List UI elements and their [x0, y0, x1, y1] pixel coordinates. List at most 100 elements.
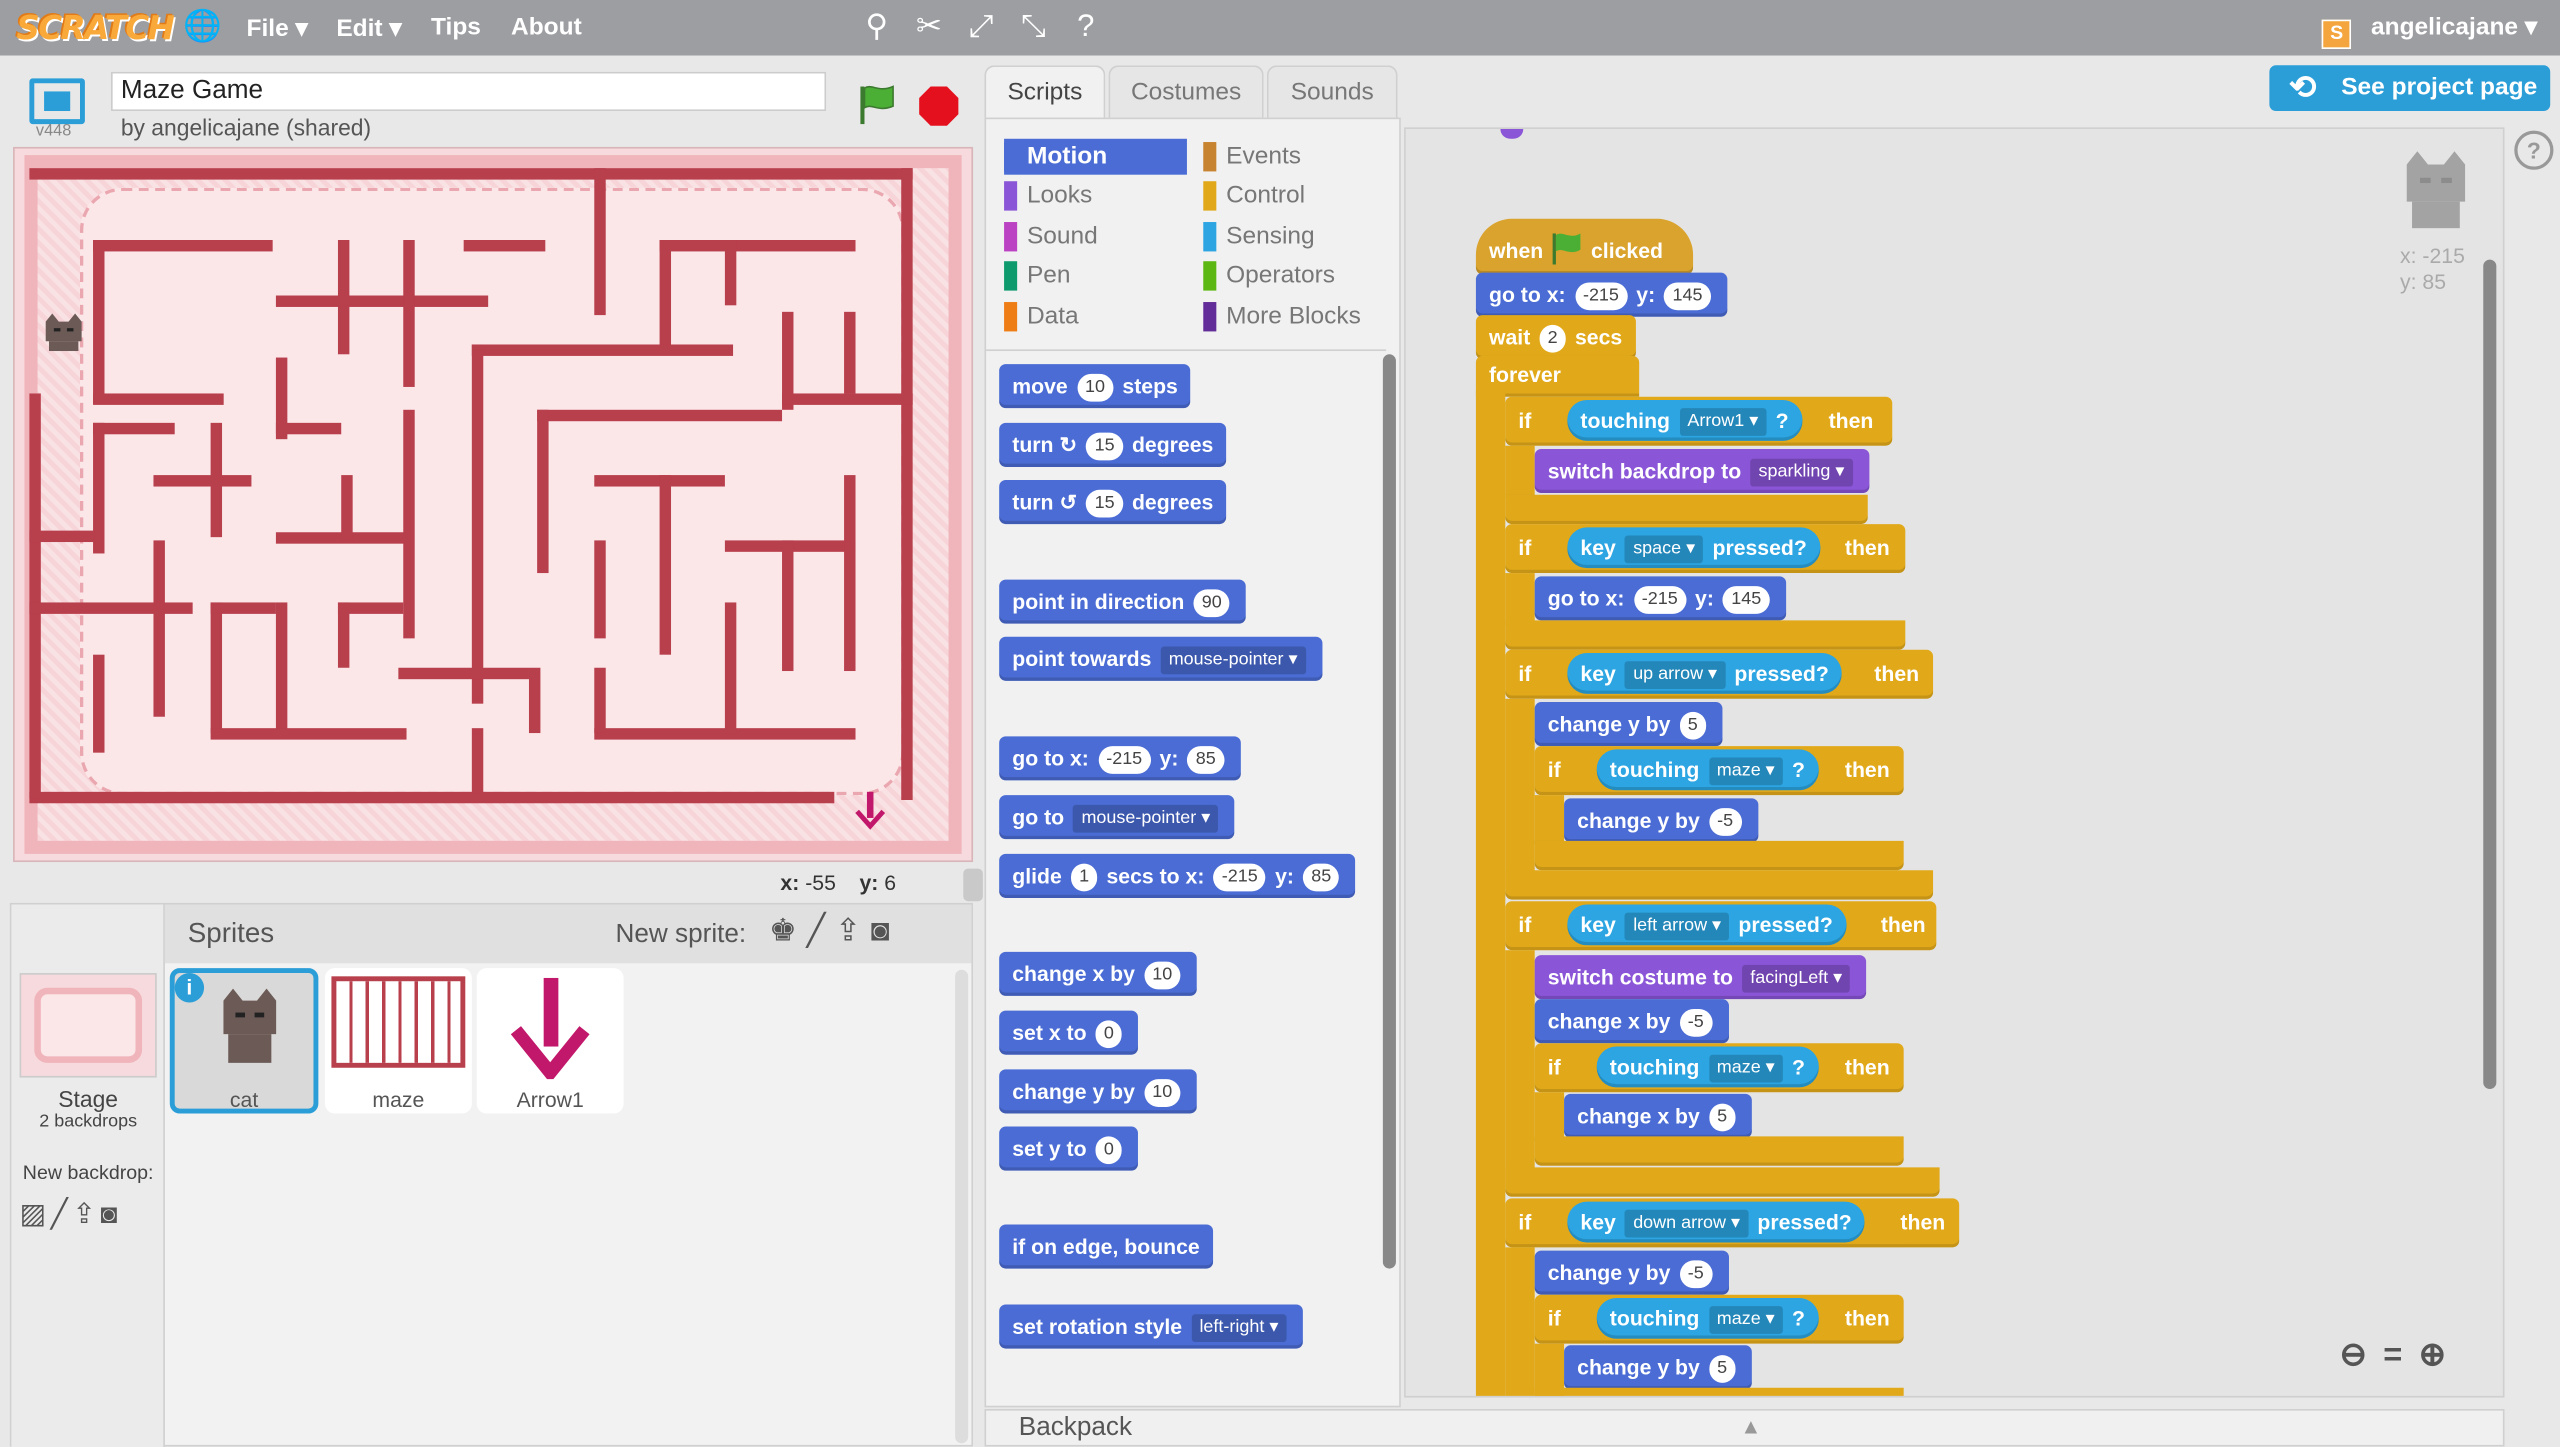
sensing-key-pressed[interactable]: key left arrow pressed? — [1567, 904, 1846, 946]
about-menu[interactable]: About — [511, 13, 582, 41]
paint-image-icon[interactable]: ▨ — [20, 1198, 51, 1229]
paintbrush-icon[interactable]: ╱ — [51, 1198, 73, 1229]
sensing-key-pressed[interactable]: key down arrow pressed? — [1567, 1201, 1865, 1243]
block-change-y[interactable]: change y by 5 — [1534, 702, 1723, 747]
help-icon[interactable]: ? — [1066, 8, 1105, 47]
camera-icon[interactable]: ◙ — [101, 1198, 123, 1229]
upload-icon[interactable]: ⇪ — [835, 914, 871, 948]
sensing-touching[interactable]: touching Arrow1 ? — [1567, 400, 1802, 441]
cat-sprite-on-stage[interactable] — [39, 312, 88, 354]
block-go-to-xy[interactable]: go to x: -215 y: 145 — [1534, 576, 1786, 621]
block-if-touching-maze[interactable]: if touching maze ? then — [1534, 1294, 1904, 1344]
palette-scrollbar[interactable] — [1382, 354, 1396, 1269]
project-title-input[interactable]: Maze Game — [111, 71, 827, 112]
sensing-touching[interactable]: touching maze ? — [1596, 749, 1819, 791]
block-point-towards[interactable]: point towards mouse-pointer — [999, 636, 1323, 681]
block-change-y[interactable]: change y by -5 — [1534, 1250, 1729, 1295]
zoom-reset-icon[interactable]: = — [2383, 1337, 2418, 1373]
tab-sounds[interactable]: Sounds — [1266, 65, 1398, 118]
upload-icon[interactable]: ⇪ — [72, 1198, 100, 1229]
tips-menu[interactable]: Tips — [431, 13, 481, 41]
block-rotation-style[interactable]: set rotation style left-right — [999, 1304, 1303, 1349]
sprite-library-icon[interactable]: ♚ — [769, 914, 807, 948]
user-menu[interactable]: Sangelicajane ▾ — [2322, 11, 2537, 49]
stage-canvas[interactable] — [13, 146, 974, 863]
block-when-flag-clicked[interactable]: when clicked — [1475, 218, 1694, 275]
sensing-key-pressed[interactable]: key space pressed? — [1567, 527, 1820, 569]
sprite-tile-cat[interactable]: i cat — [169, 968, 319, 1114]
category-control[interactable]: Control — [1203, 178, 1386, 214]
category-events[interactable]: Events — [1203, 139, 1386, 175]
backpack-bar[interactable]: Backpack ▲ — [984, 1408, 2505, 1447]
tab-scripts[interactable]: Scripts — [984, 65, 1106, 118]
block-change-x[interactable]: change x by 10 — [999, 951, 1197, 996]
grow-icon[interactable]: ⤢ — [962, 8, 1001, 47]
file-menu[interactable]: File ▾ — [247, 13, 308, 43]
zoom-out-icon[interactable]: ⊖ — [2340, 1337, 2384, 1373]
block-go-to[interactable]: go to mouse-pointer — [999, 795, 1235, 840]
block-change-y[interactable]: change y by -5 — [1564, 798, 1758, 843]
category-operators[interactable]: Operators — [1203, 258, 1386, 294]
fullscreen-icon[interactable] — [29, 78, 85, 125]
green-flag-icon[interactable] — [856, 82, 898, 128]
block-switch-costume[interactable]: switch costume to facingLeft — [1534, 955, 1867, 1000]
help-question-icon[interactable]: ? — [2514, 130, 2554, 170]
block-turn-right[interactable]: turn ↻ 15 degrees — [999, 422, 1227, 467]
sprite-scrollbar[interactable] — [955, 969, 969, 1444]
script-area[interactable]: when clicked go to x: -215 y: 145 wait 2… — [1404, 127, 2505, 1398]
block-set-x[interactable]: set x to 0 — [999, 1010, 1139, 1055]
zoom-in-icon[interactable]: ⊕ — [2419, 1337, 2463, 1373]
sprite-tile-maze[interactable]: maze — [324, 968, 472, 1114]
category-looks[interactable]: Looks — [1004, 178, 1187, 214]
block-change-y[interactable]: change y by 10 — [999, 1069, 1197, 1114]
delete-scissors-icon[interactable]: ✂ — [909, 8, 948, 47]
category-more-blocks[interactable]: More Blocks — [1203, 299, 1386, 335]
block-if-key-down-arrow[interactable]: if key down arrow pressed? then — [1505, 1198, 1960, 1248]
sensing-touching[interactable]: touching maze ? — [1596, 1046, 1819, 1088]
category-motion[interactable]: Motion — [1004, 138, 1187, 175]
stage-thumbnail[interactable] — [19, 973, 157, 1078]
block-if-touching-maze[interactable]: if touching maze ? then — [1534, 746, 1904, 796]
shrink-icon[interactable]: ⤡ — [1014, 8, 1053, 47]
block-turn-left[interactable]: turn ↺ 15 degrees — [999, 480, 1227, 525]
category-data[interactable]: Data — [1004, 299, 1187, 335]
info-icon[interactable]: i — [174, 973, 205, 1003]
block-if-key-space[interactable]: if key space pressed? then — [1505, 524, 1906, 574]
block-switch-backdrop[interactable]: switch backdrop to sparkling — [1534, 448, 1869, 494]
block-bounce[interactable]: if on edge, bounce — [999, 1224, 1213, 1269]
block-if-touching-arrow1[interactable]: if touching Arrow1 ? then — [1505, 396, 1893, 446]
arrow-sprite-on-stage[interactable] — [852, 789, 888, 831]
sensing-touching[interactable]: touching maze ? — [1596, 1297, 1819, 1339]
sensing-key-pressed[interactable]: key up arrow pressed? — [1567, 653, 1842, 694]
tab-costumes[interactable]: Costumes — [1108, 65, 1264, 118]
category-sensing[interactable]: Sensing — [1203, 219, 1386, 255]
block-change-y[interactable]: change y by 5 — [1564, 1345, 1752, 1390]
block-go-to-xy[interactable]: go to x: -215 y: 145 — [1475, 272, 1727, 317]
sprite-tile-arrow1[interactable]: Arrow1 — [476, 968, 624, 1114]
expand-backpack-icon[interactable]: ▲ — [1740, 1414, 1761, 1438]
collapse-stage-button[interactable] — [963, 868, 983, 902]
block-if-touching-maze[interactable]: if touching maze ? then — [1534, 1043, 1904, 1093]
block-change-x[interactable]: change x by 5 — [1564, 1093, 1752, 1138]
scripts-scrollbar[interactable] — [2483, 259, 2497, 1089]
block-go-to-xy[interactable]: go to x: -215 y: 85 — [999, 736, 1241, 781]
camera-icon[interactable]: ◙ — [871, 914, 900, 948]
block-glide[interactable]: glide 1 secs to x: -215 y: 85 — [999, 853, 1356, 898]
block-if-key-up-arrow[interactable]: if key up arrow pressed? then — [1505, 649, 1934, 699]
block-point-in-direction[interactable]: point in direction 90 — [999, 579, 1247, 624]
block-set-y[interactable]: set y to 0 — [999, 1126, 1139, 1171]
maze-sprite[interactable] — [15, 149, 972, 861]
see-project-page-button[interactable]: ⟲ See project page — [2269, 65, 2551, 112]
stop-sign-icon[interactable] — [918, 85, 960, 127]
paintbrush-icon[interactable]: ╱ — [807, 914, 835, 948]
globe-icon[interactable]: 🌐 — [183, 8, 222, 47]
edit-menu[interactable]: Edit ▾ — [336, 13, 401, 43]
duplicate-stamp-icon[interactable]: ⚲ — [857, 8, 896, 47]
scratch-logo[interactable]: SCRATCH — [16, 5, 175, 51]
category-sound[interactable]: Sound — [1004, 219, 1187, 255]
block-move-steps[interactable]: move 10 steps — [999, 364, 1191, 409]
block-change-x[interactable]: change x by -5 — [1534, 999, 1729, 1044]
block-wait[interactable]: wait 2 secs — [1475, 315, 1636, 360]
block-if-key-left-arrow[interactable]: if key left arrow pressed? then — [1505, 901, 1937, 951]
category-pen[interactable]: Pen — [1004, 258, 1187, 294]
